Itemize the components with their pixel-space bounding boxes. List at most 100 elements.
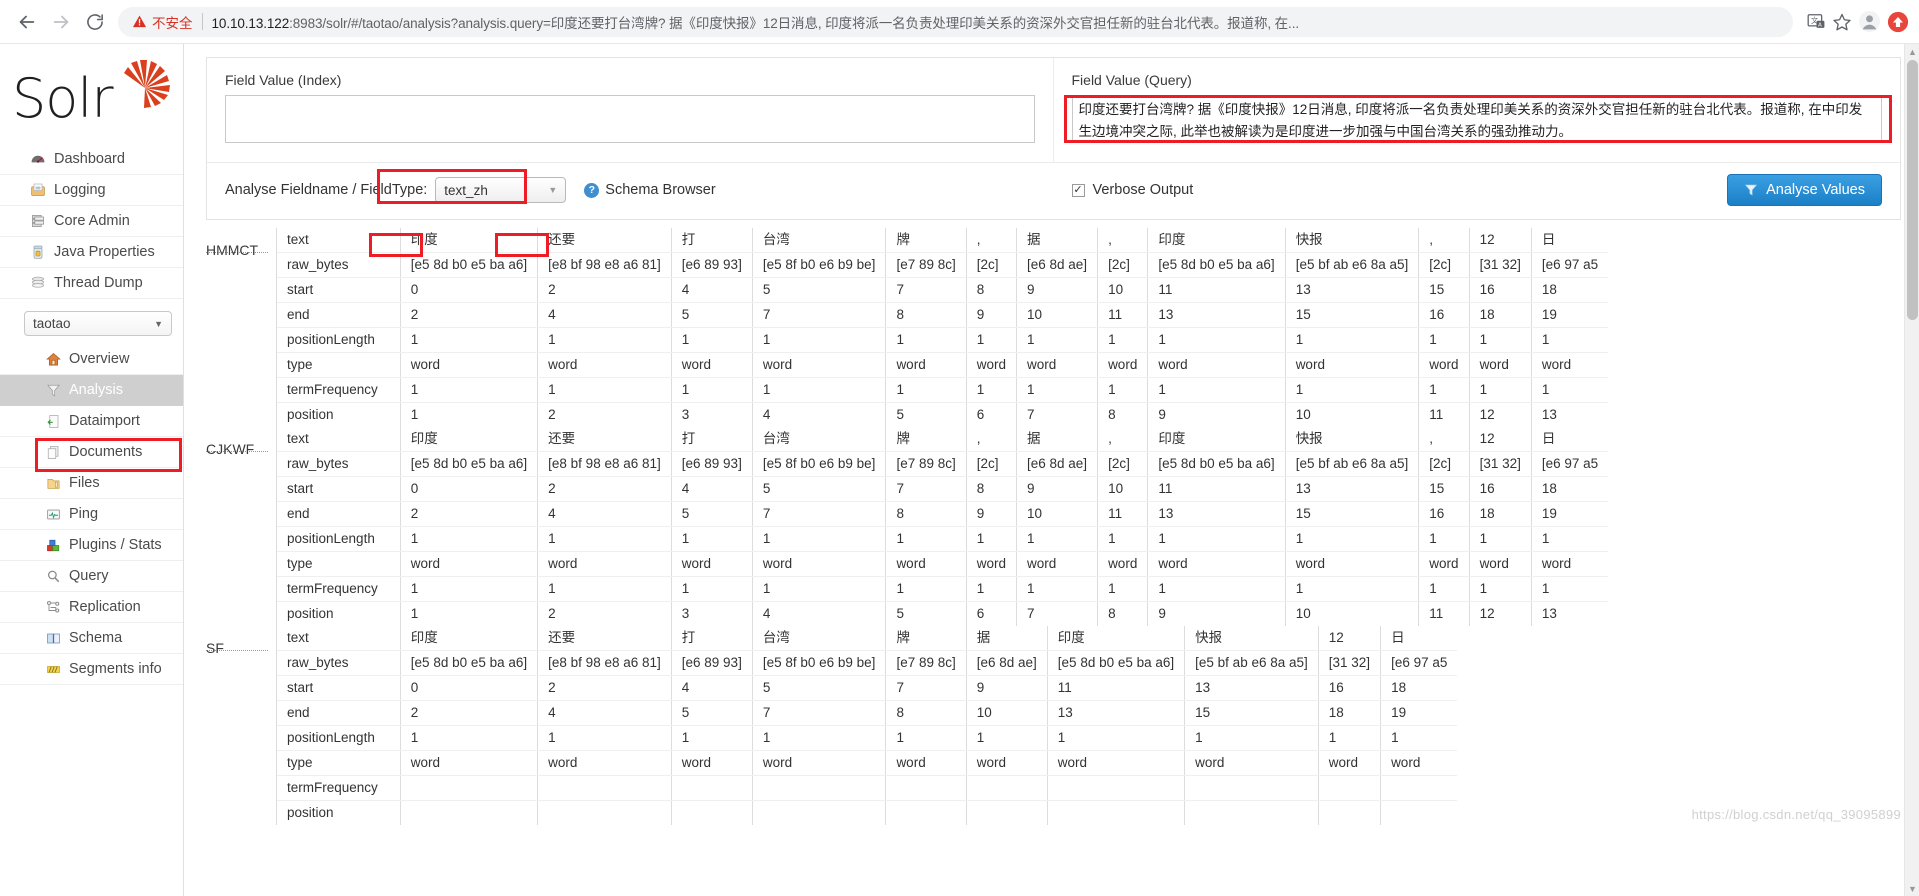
token-cell-positionLength: 1 xyxy=(399,725,538,751)
row-label: position xyxy=(287,606,334,621)
scroll-up-arrow[interactable]: ▲ xyxy=(1908,47,1917,57)
token-cell-text: , xyxy=(1418,228,1470,253)
token-cell-position xyxy=(751,800,886,825)
token-cell-end: 15 xyxy=(1284,501,1419,527)
token-cell-end: 2 xyxy=(399,700,538,726)
token-cell-position: 6 xyxy=(965,402,1017,427)
sidebar-item-analysis[interactable]: Analysis xyxy=(0,375,183,406)
token-cell-position: 11 xyxy=(1418,402,1470,427)
token-cell-termFrequency: 1 xyxy=(1015,576,1098,602)
page-scroll-thumb[interactable] xyxy=(1907,60,1918,320)
sidebar-item-overview[interactable]: Overview xyxy=(0,344,183,375)
core-selector-value: taotao xyxy=(33,316,71,331)
sidebar-item-dashboard[interactable]: Dashboard xyxy=(0,144,183,175)
analyzer-name[interactable]: HMMCT xyxy=(206,234,268,258)
field-value-query-input[interactable] xyxy=(1071,95,1882,143)
token-cell-raw_bytes: [e6 8d ae] xyxy=(1015,252,1098,278)
token-cell-type: word xyxy=(1015,352,1098,378)
analyse-fieldname-group: Analyse Fieldname / FieldType: text_zh ▼… xyxy=(225,169,716,204)
sidebar-item-ping[interactable]: Ping xyxy=(0,499,183,530)
token-cell-text: 印度 xyxy=(1147,427,1286,452)
sidebar-item-schema[interactable]: Schema xyxy=(0,623,183,654)
row-label: termFrequency xyxy=(277,576,401,602)
field-value-query-label: Field Value (Query) xyxy=(1071,72,1192,88)
token-cell-end: 7 xyxy=(751,302,886,328)
token-cell-position xyxy=(670,800,753,825)
token-cell-start: 9 xyxy=(1015,277,1098,303)
verbose-output-toggle[interactable]: ✓ Verbose Output xyxy=(1071,182,1193,198)
core-admin-server-icon xyxy=(29,212,47,230)
token-cell-termFrequency: 1 xyxy=(1284,377,1419,403)
row-label: positionLength xyxy=(277,526,401,552)
token-cell-termFrequency: 1 xyxy=(1530,576,1609,602)
token-cell-text: 还要 xyxy=(537,228,672,253)
token-cell-raw_bytes: [e6 97 a5 xyxy=(1380,650,1458,676)
token-cell-type: word xyxy=(1184,750,1319,776)
analyzer-name[interactable]: CJKWF xyxy=(206,433,268,457)
field-value-index-input[interactable] xyxy=(225,95,1035,143)
book-icon xyxy=(44,629,62,647)
token-cell-start: 4 xyxy=(670,675,753,701)
token-cell-start: 9 xyxy=(965,675,1048,701)
sidebar: Solr Dashboard Logging Core Admin Java P… xyxy=(0,44,184,896)
token-cell-text: , xyxy=(1097,228,1148,253)
token-cell-raw_bytes: [e5 8d b0 e5 ba a6] xyxy=(1147,451,1286,477)
token-cell-raw_bytes: [e5 bf ab e6 8a a5] xyxy=(1284,451,1419,477)
account-avatar-icon[interactable] xyxy=(1858,10,1881,33)
sidebar-item-plugins-stats[interactable]: Plugins / Stats xyxy=(0,530,183,561)
sidebar-item-query[interactable]: Query xyxy=(0,561,183,592)
token-cell-position: 7 xyxy=(1015,601,1098,626)
token-cell-type: word xyxy=(1284,551,1419,577)
verbose-output-checkbox[interactable]: ✓ xyxy=(1071,183,1085,197)
token-cell-termFrequency: 1 xyxy=(885,377,967,403)
schema-browser-link[interactable]: ? Schema Browser xyxy=(584,182,716,198)
fieldtype-select[interactable]: text_zh ▼ xyxy=(435,177,567,203)
sidebar-item-thread-dump[interactable]: Thread Dump xyxy=(0,268,183,299)
token-cell-type: word xyxy=(1468,352,1532,378)
table-row: start 0 2 4 5 7 8 9 10 11 13 15 16 18 xyxy=(277,476,1609,502)
update-badge-icon[interactable] xyxy=(1887,11,1909,33)
token-cell-start: 7 xyxy=(885,476,967,502)
sidebar-item-files[interactable]: Files xyxy=(0,468,183,499)
analyzer-block: HMMCT text 印度 还要打台湾牌, 据, 印度 快报, 12 日 raw_bytes [e5… xyxy=(206,228,1919,427)
forward-button[interactable] xyxy=(44,5,78,39)
token-cell-text: 印度 xyxy=(399,427,538,452)
sidebar-item-documents[interactable]: Documents xyxy=(0,437,183,468)
table-row: raw_bytes [e5 8d b0 e5 ba a6] [e8 bf 98 e8… xyxy=(277,650,1458,676)
sidebar-item-label: Java Properties xyxy=(54,243,155,260)
reload-button[interactable] xyxy=(78,5,112,39)
analyzer-name[interactable]: SF xyxy=(206,632,268,656)
token-cell-text: 印度 xyxy=(399,626,538,651)
sidebar-item-dataimport[interactable]: Dataimport xyxy=(0,406,183,437)
sidebar-item-core-admin[interactable]: Core Admin xyxy=(0,206,183,237)
token-cell-type: word xyxy=(399,750,538,776)
token-cell-text: 快报 xyxy=(1184,626,1319,651)
scroll-down-arrow[interactable]: ▼ xyxy=(1908,884,1917,894)
analysis-options-row: Analyse Fieldname / FieldType: text_zh ▼… xyxy=(207,163,1900,219)
translate-icon[interactable]: 文A xyxy=(1807,12,1826,31)
address-bar[interactable]: 不安全 10.10.13.122:8983/solr/#/taotao/anal… xyxy=(118,6,1793,37)
token-cell-type: word xyxy=(1097,352,1148,378)
token-cell-termFrequency: 1 xyxy=(399,377,538,403)
token-cell-positionLength: 1 xyxy=(1418,327,1470,353)
sidebar-item-java-properties[interactable]: Java Properties xyxy=(0,237,183,268)
analyse-values-button[interactable]: Analyse Values xyxy=(1727,174,1882,206)
token-cell-position: 10 xyxy=(1284,601,1419,626)
back-button[interactable] xyxy=(10,5,44,39)
core-selector[interactable]: taotao ▼ xyxy=(24,311,172,336)
row-label: text xyxy=(277,626,401,651)
token-cell-type: word xyxy=(965,352,1017,378)
field-values-row: Field Value (Index) Field Value (Query) xyxy=(207,58,1900,163)
svg-text:A: A xyxy=(1818,22,1822,28)
star-icon[interactable] xyxy=(1832,12,1852,32)
sidebar-item-segments-info[interactable]: Segments info xyxy=(0,654,183,685)
token-cell-raw_bytes: [e5 bf ab e6 8a a5] xyxy=(1284,252,1419,278)
token-cell-position xyxy=(965,800,1048,825)
token-cell-positionLength: 1 xyxy=(1317,725,1381,751)
token-cell-type: word xyxy=(885,750,967,776)
page-scrollbar[interactable]: ▲ ▼ xyxy=(1904,44,1919,896)
token-cell-start: 15 xyxy=(1418,277,1470,303)
sidebar-item-replication[interactable]: Replication xyxy=(0,592,183,623)
sidebar-item-logging[interactable]: Logging xyxy=(0,175,183,206)
solr-logo[interactable]: Solr xyxy=(0,44,183,144)
